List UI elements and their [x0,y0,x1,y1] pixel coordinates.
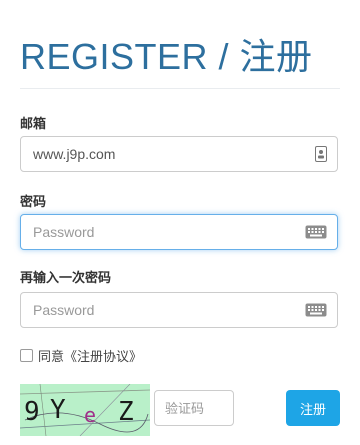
agreement-row: 同意《注册协议》 [20,346,142,365]
confirm-password-field-box [20,292,338,328]
confirm-password-field[interactable] [21,293,301,327]
title-divider [20,88,340,89]
contact-card-icon[interactable] [315,146,327,167]
password-field[interactable] [21,215,301,249]
register-page: REGISTER / 注册 邮箱 密码 [0,0,360,445]
register-button[interactable]: 注册 [286,390,340,426]
captcha-char-1: 9 [24,397,40,427]
password-field-box [20,214,338,250]
captcha-char-2: Y [50,395,66,425]
agreement-label[interactable]: 同意《注册协议》 [38,346,142,365]
captcha-char-4: Z [118,397,134,427]
agreement-checkbox[interactable] [20,349,33,362]
confirm-password-label: 再输入一次密码 [20,270,112,285]
keyboard-icon[interactable] [305,303,327,322]
email-field-box [20,136,338,172]
page-title: REGISTER / 注册 [20,36,313,77]
email-label: 邮箱 [20,116,47,131]
keyboard-icon[interactable] [305,225,327,244]
captcha-field[interactable] [155,391,233,425]
email-field[interactable] [21,137,301,171]
captcha-image[interactable]: 9 Y e Z [19,383,151,437]
password-label: 密码 [20,194,47,209]
captcha-char-3: e [84,403,96,427]
captcha-field-box [154,390,234,426]
